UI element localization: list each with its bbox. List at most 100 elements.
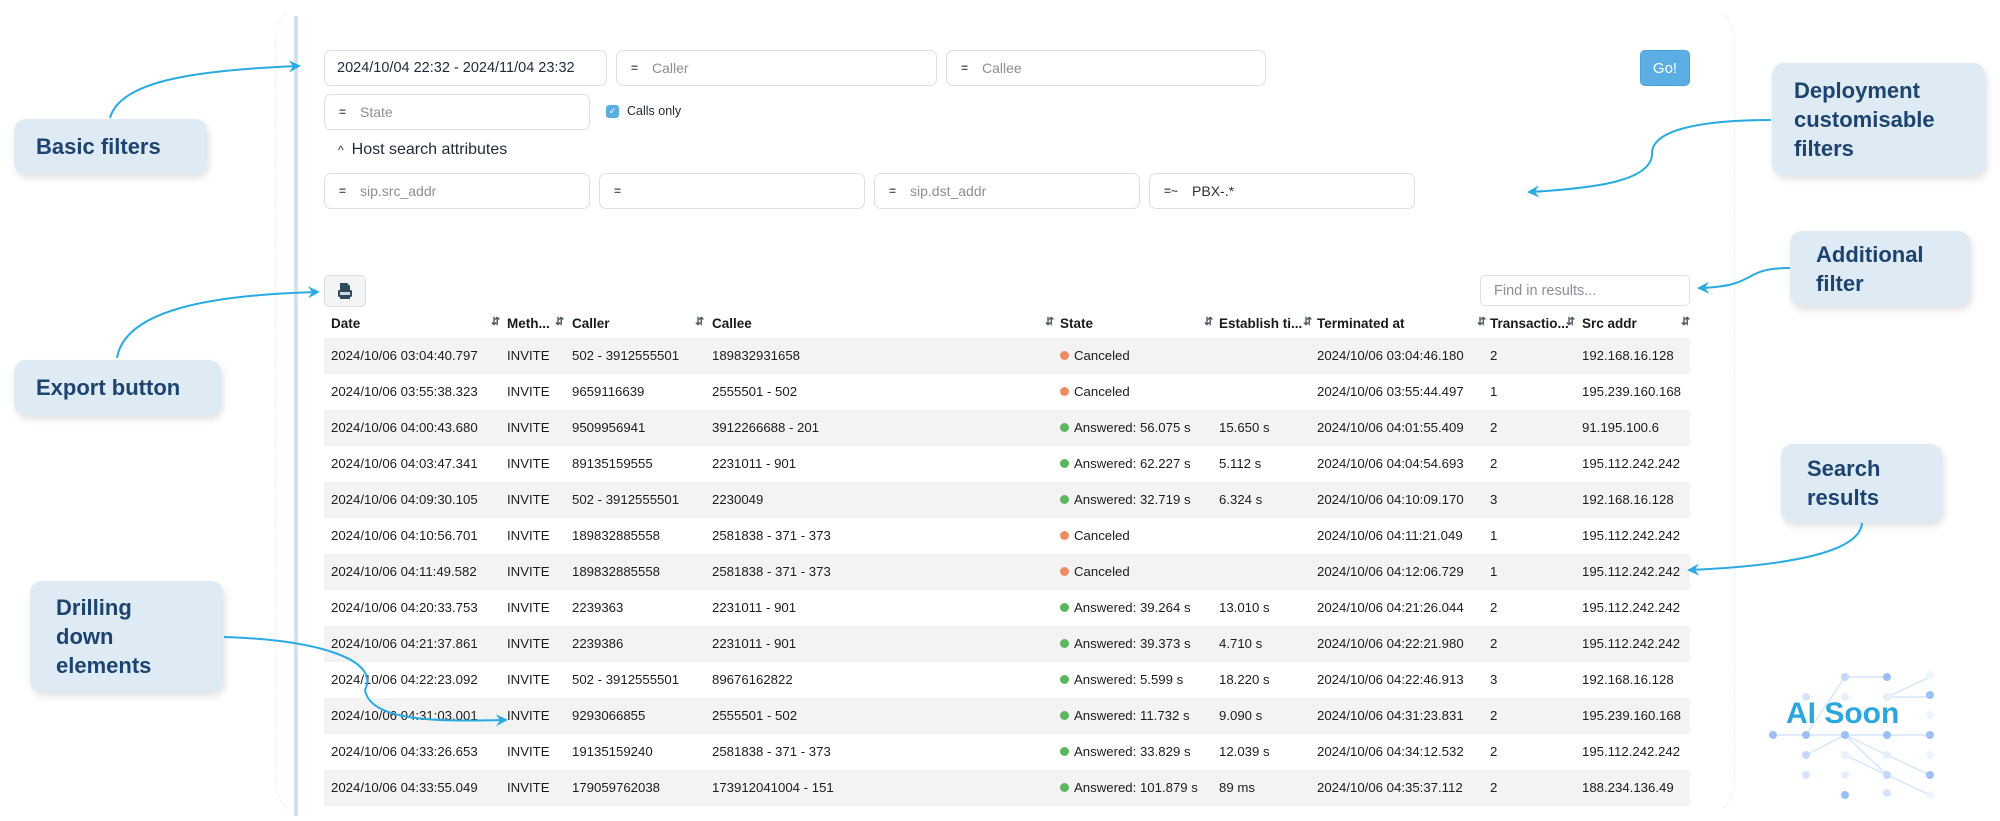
- cell-date[interactable]: 2024/10/06 04:11:49.582: [331, 564, 477, 579]
- cell-caller: 2239363: [572, 600, 624, 615]
- callee-input[interactable]: = Callee: [946, 50, 1266, 86]
- table-row[interactable]: 2024/10/06 03:04:40.797 INVITE 502 - 39125…: [324, 338, 1690, 374]
- cell-date[interactable]: 2024/10/06 04:31:03.001: [331, 708, 478, 723]
- cell-date[interactable]: 2024/10/06 04:03:47.341: [331, 456, 478, 471]
- cell-method[interactable]: INVITE: [507, 672, 550, 687]
- canceled-status-dot-icon: [1060, 567, 1069, 576]
- host-field-operator[interactable]: =: [889, 184, 896, 198]
- cell-method[interactable]: INVITE: [507, 384, 550, 399]
- table-row[interactable]: 2024/10/06 04:20:33.753 INVITE 2239363 2231…: [324, 590, 1690, 626]
- cell-date[interactable]: 2024/10/06 04:20:33.753: [331, 600, 478, 615]
- header-col-date[interactable]: Date: [331, 316, 360, 331]
- checkbox-checked-icon[interactable]: ✓: [606, 104, 619, 118]
- cell-date[interactable]: 2024/10/06 04:22:23.092: [331, 672, 478, 687]
- cell-method[interactable]: INVITE: [507, 528, 550, 543]
- sort-icon[interactable]: ⇵: [1566, 315, 1575, 328]
- sort-icon[interactable]: ⇵: [491, 315, 500, 328]
- callout-basic-filters: Basic filters: [14, 119, 207, 174]
- cell-date[interactable]: 2024/10/06 04:10:56.701: [331, 528, 478, 543]
- cell-state: Canceled: [1060, 528, 1130, 543]
- table-row[interactable]: 2024/10/06 04:11:49.582 INVITE 18983288555…: [324, 554, 1690, 590]
- header-col-callee[interactable]: Callee: [712, 316, 752, 331]
- state-text: Answered: 56.075 s: [1074, 420, 1191, 435]
- results-table: Date ⇵ Meth... ⇵ Caller ⇵ Callee ⇵ State ⇵ Establi…: [324, 310, 1690, 806]
- header-col-method[interactable]: Meth...: [507, 316, 550, 331]
- sort-icon[interactable]: ⇵: [1477, 315, 1486, 328]
- cell-date[interactable]: 2024/10/06 04:33:55.049: [331, 780, 478, 795]
- host-field-operator[interactable]: =: [614, 184, 621, 198]
- export-csv-button[interactable]: [324, 275, 366, 307]
- cell-method[interactable]: INVITE: [507, 780, 550, 795]
- cell-establish-time: 6.324 s: [1219, 492, 1263, 507]
- host-search-toggle[interactable]: ^ Host search attributes: [338, 141, 507, 159]
- header-col-caller[interactable]: Caller: [572, 316, 610, 331]
- sort-icon[interactable]: ⇵: [695, 315, 704, 328]
- cell-date[interactable]: 2024/10/06 04:00:43.680: [331, 420, 478, 435]
- cell-callee: 2230049: [712, 492, 764, 507]
- cell-date[interactable]: 2024/10/06 04:33:26.653: [331, 744, 478, 759]
- cell-method[interactable]: INVITE: [507, 636, 550, 651]
- cell-date[interactable]: 2024/10/06 03:04:40.797: [331, 348, 478, 363]
- caller-input[interactable]: = Caller: [616, 50, 937, 86]
- table-header: Date ⇵ Meth... ⇵ Caller ⇵ Callee ⇵ State ⇵ Establi…: [324, 310, 1690, 338]
- cell-date[interactable]: 2024/10/06 04:21:37.861: [331, 636, 478, 651]
- cell-method[interactable]: INVITE: [507, 600, 550, 615]
- calls-only-checkbox[interactable]: ✓ Calls only: [606, 104, 681, 118]
- state-text: Answered: 39.373 s: [1074, 636, 1191, 651]
- caller-operator[interactable]: =: [631, 61, 638, 75]
- table-row[interactable]: 2024/10/06 04:09:30.105 INVITE 502 - 39125…: [324, 482, 1690, 518]
- host-field-value: PBX-.*: [1192, 183, 1235, 199]
- table-row[interactable]: 2024/10/06 04:33:55.049 INVITE 17905976203…: [324, 770, 1690, 806]
- sort-icon[interactable]: ⇵: [1204, 315, 1213, 328]
- sort-icon[interactable]: ⇵: [555, 315, 564, 328]
- cell-transactions: 2: [1490, 348, 1498, 363]
- table-row[interactable]: 2024/10/06 04:31:03.001 INVITE 9293066855 2…: [324, 698, 1690, 734]
- table-row[interactable]: 2024/10/06 03:55:38.323 INVITE 9659116639 2…: [324, 374, 1690, 410]
- cell-method[interactable]: INVITE: [507, 348, 550, 363]
- header-col-state[interactable]: State: [1060, 316, 1093, 331]
- host-field-src-addr[interactable]: = sip.src_addr: [324, 173, 590, 209]
- state-input[interactable]: = State: [324, 94, 590, 130]
- table-row[interactable]: 2024/10/06 04:22:23.092 INVITE 502 - 39125…: [324, 662, 1690, 698]
- cell-method[interactable]: INVITE: [507, 708, 550, 723]
- cell-method[interactable]: INVITE: [507, 420, 550, 435]
- host-field-operator[interactable]: =: [339, 184, 346, 198]
- go-button[interactable]: Go!: [1640, 50, 1690, 86]
- state-operator[interactable]: =: [339, 105, 346, 119]
- host-field-pbx[interactable]: =~ PBX-.*: [1149, 173, 1415, 209]
- cell-terminated-at: 2024/10/06 04:04:54.693: [1317, 456, 1464, 471]
- host-field-empty[interactable]: =: [599, 173, 865, 209]
- cell-establish-time: 5.112 s: [1219, 456, 1262, 471]
- header-col-src-addr[interactable]: Src addr: [1582, 316, 1637, 331]
- cell-method[interactable]: INVITE: [507, 492, 550, 507]
- host-field-operator[interactable]: =~: [1164, 184, 1178, 198]
- date-range-input[interactable]: 2024/10/04 22:32 - 2024/11/04 23:32: [324, 50, 607, 86]
- callee-operator[interactable]: =: [961, 61, 968, 75]
- sort-icon[interactable]: ⇵: [1045, 315, 1054, 328]
- state-text: Answered: 39.264 s: [1074, 600, 1191, 615]
- host-field-dst-addr[interactable]: = sip.dst_addr: [874, 173, 1140, 209]
- cell-date[interactable]: 2024/10/06 04:09:30.105: [331, 492, 478, 507]
- table-row[interactable]: 2024/10/06 04:21:37.861 INVITE 2239386 2231…: [324, 626, 1690, 662]
- sort-icon[interactable]: ⇵: [1681, 315, 1690, 328]
- header-col-terminated-at[interactable]: Terminated at: [1317, 316, 1405, 331]
- table-row[interactable]: 2024/10/06 04:10:56.701 INVITE 18983288555…: [324, 518, 1690, 554]
- host-field-placeholder: sip.dst_addr: [910, 183, 987, 199]
- cell-method[interactable]: INVITE: [507, 744, 550, 759]
- cell-method[interactable]: INVITE: [507, 456, 550, 471]
- header-col-establish-time[interactable]: Establish ti...: [1219, 316, 1302, 331]
- sort-icon[interactable]: ⇵: [1303, 315, 1312, 328]
- cell-caller: 179059762038: [572, 780, 661, 795]
- cell-establish-time: 13.010 s: [1219, 600, 1270, 615]
- cell-src-addr: 192.168.16.128: [1582, 672, 1674, 687]
- callout-search-results: Search results: [1781, 444, 1942, 522]
- cell-method[interactable]: INVITE: [507, 564, 550, 579]
- table-row[interactable]: 2024/10/06 04:00:43.680 INVITE 9509956941 3…: [324, 410, 1690, 446]
- cell-date[interactable]: 2024/10/06 03:55:38.323: [331, 384, 478, 399]
- table-row[interactable]: 2024/10/06 04:33:26.653 INVITE 19135159240…: [324, 734, 1690, 770]
- cell-caller: 189832885558: [572, 528, 661, 543]
- header-col-transactions[interactable]: Transactio...: [1490, 316, 1569, 331]
- cell-state: Canceled: [1060, 348, 1130, 363]
- table-row[interactable]: 2024/10/06 04:03:47.341 INVITE 89135159555…: [324, 446, 1690, 482]
- find-in-results-input[interactable]: Find in results...: [1480, 275, 1690, 306]
